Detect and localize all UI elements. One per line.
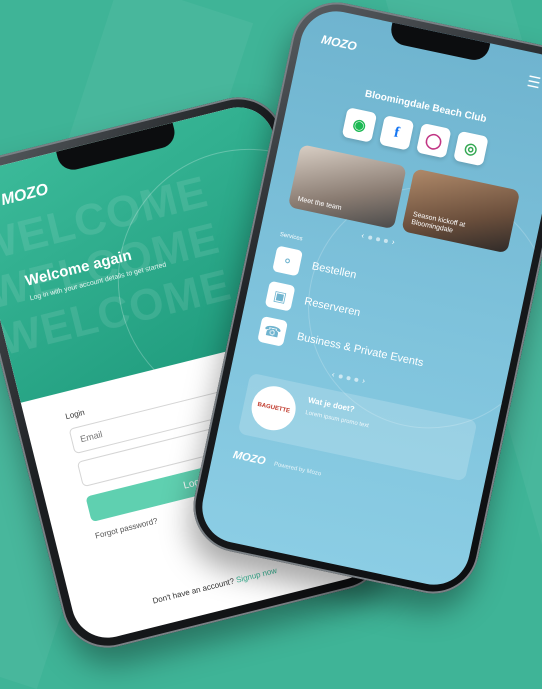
service-label: Bestellen [310,260,358,282]
forgot-password-link[interactable]: Forgot password? [94,516,158,540]
promo-logo: BAGUETTE [247,382,300,435]
tripadvisor-icon[interactable]: ◎ [453,130,489,167]
signup-prompt: Don't have an account? [151,576,236,606]
service-label: Reserveren [303,295,362,320]
photo-caption: Meet the team [296,195,343,212]
facebook-icon[interactable]: f [378,115,415,151]
calendar-icon: ▣ [264,280,296,312]
venue-screen: MOZO ☰ Bloomingdale Beach Club ◉ f ◯ ◎ M… [195,4,542,592]
signup-row: Don't have an account? Signup now [152,566,278,606]
megaphone-icon: ☎ [257,315,289,347]
right-phone: MOZO ☰ Bloomingdale Beach Club ◉ f ◯ ◎ M… [184,0,542,603]
spotify-icon[interactable]: ◉ [341,107,378,143]
footer-text: Powered by Mozo [273,461,322,478]
photo-card[interactable]: Meet the team [287,144,407,230]
venue-title: Bloomingdale Beach Club [363,88,488,126]
cutlery-icon: ⚬ [272,245,303,277]
hamburger-menu-icon[interactable]: ☰ [525,72,542,92]
instagram-icon[interactable]: ◯ [415,122,452,159]
login-label: Login [64,407,86,422]
services-header: Services [279,231,303,243]
promo-text: Lorem ipsum promo text [304,410,370,430]
app-logo: MOZO [319,32,359,54]
signup-link[interactable]: Signup now [235,566,278,585]
footer-logo: MOZO [231,448,267,468]
